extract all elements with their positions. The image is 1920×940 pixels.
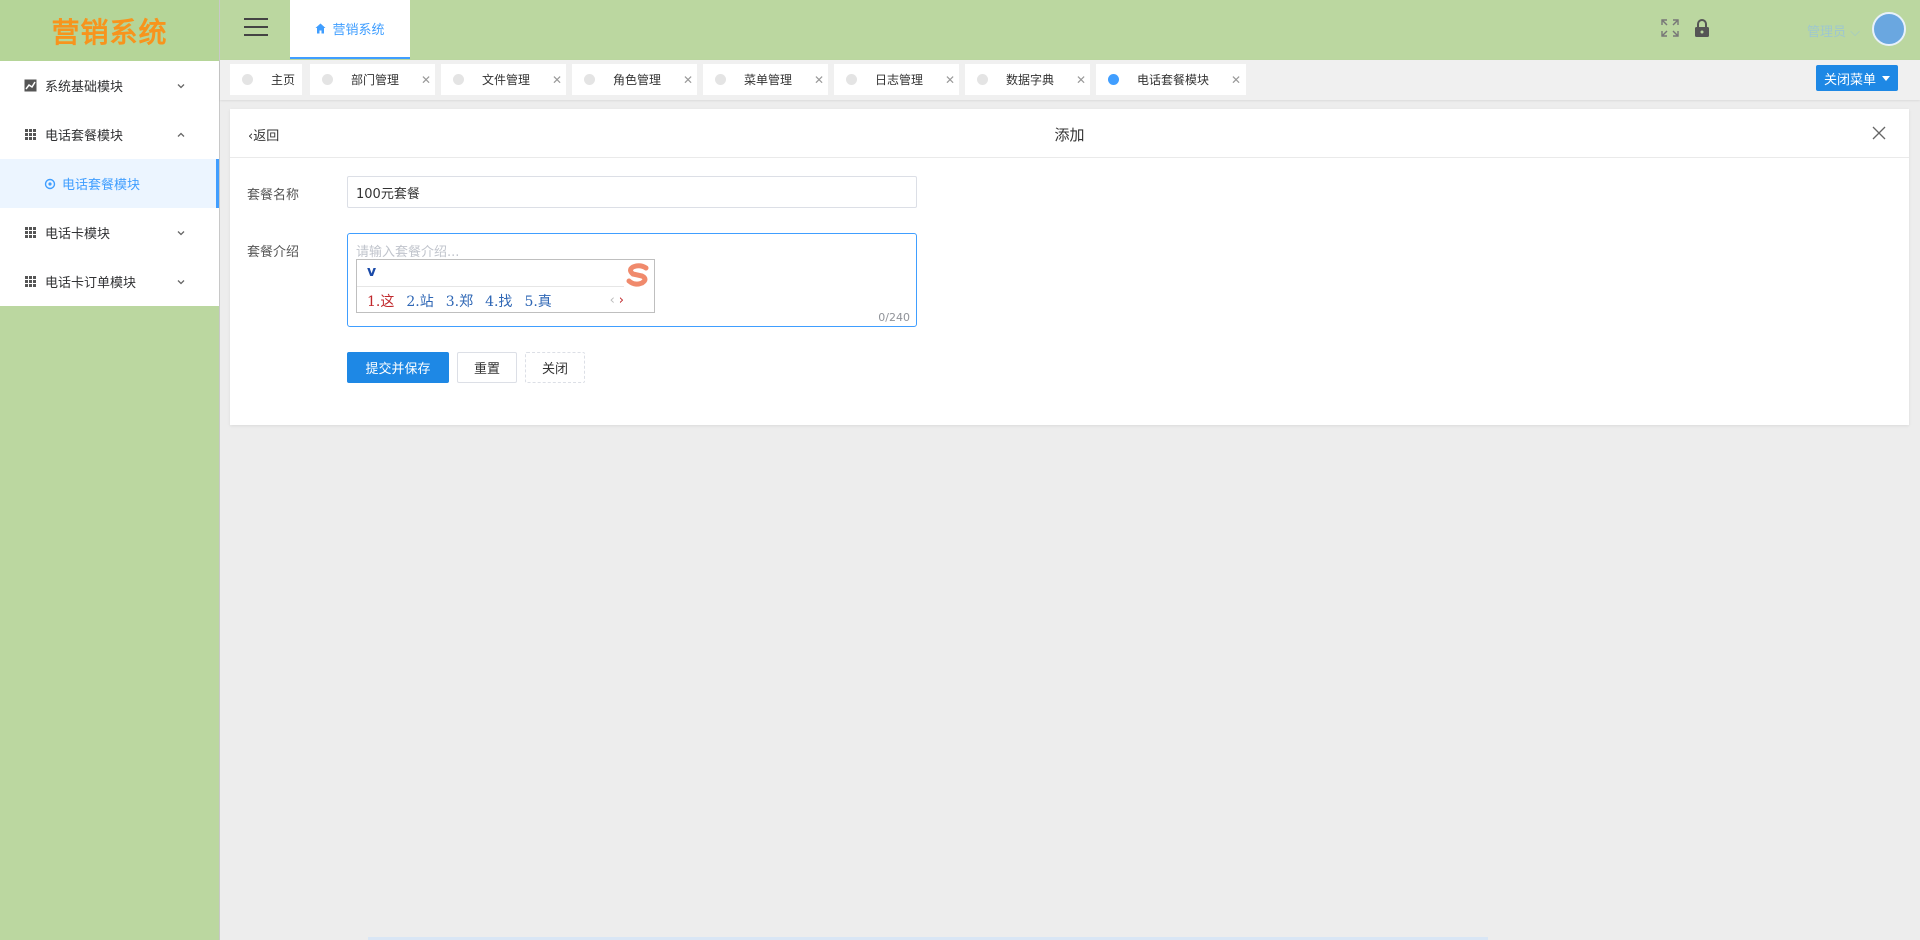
sidebar-item-label: 电话卡模块: [45, 227, 111, 242]
sidebar-menu: 系统基础模块 电话套餐模块 电话套餐模块 电话卡模块 电话卡订单模块: [0, 61, 219, 306]
package-intro-label: 套餐介绍: [247, 245, 300, 260]
sogou-logo-icon: [626, 263, 649, 287]
close-icon[interactable]: ✕: [421, 73, 431, 87]
tab-menus[interactable]: 菜单管理 ✕: [703, 64, 828, 95]
sidebar: 营销系统 系统基础模块 电话套餐模块 电话套餐模块 电话卡模块 电话卡订单模块: [0, 0, 220, 940]
tab-dot-icon: [977, 74, 988, 85]
tab-label: 数据字典: [1006, 73, 1055, 87]
chevron-up-icon: [177, 132, 185, 137]
lock-icon[interactable]: [1694, 18, 1710, 38]
card-header: ‹返回 添加: [230, 109, 1909, 158]
close-menu-label: 关闭菜单: [1823, 72, 1876, 88]
tab-dot-icon: [715, 74, 726, 85]
chevron-down-icon: [177, 230, 185, 235]
chart-icon: [24, 79, 37, 92]
caret-down-icon: ⌵: [1850, 25, 1860, 40]
ime-divider: [357, 286, 624, 287]
hamburger-icon[interactable]: [244, 18, 268, 38]
tab-dot-icon: [584, 74, 595, 85]
user-dropdown[interactable]: 管理员 ⌵: [1807, 21, 1860, 40]
tab-label: 主页: [271, 73, 296, 87]
close-icon[interactable]: ✕: [945, 73, 955, 87]
ime-candidate[interactable]: 2.站: [406, 291, 433, 311]
ime-composition: v: [367, 264, 377, 280]
tab-label: 部门管理: [351, 73, 400, 87]
tab-phone-package[interactable]: 电话套餐模块 ✕: [1096, 64, 1246, 95]
grid-icon: [24, 275, 37, 288]
top-header: 营销系统 管理员 ⌵: [220, 0, 1920, 60]
top-nav-tab-label: 营销系统: [332, 23, 385, 38]
tab-dot-icon: [453, 74, 464, 85]
ime-candidate[interactable]: 3.郑: [446, 291, 473, 311]
close-icon[interactable]: ✕: [814, 73, 824, 87]
tab-label: 菜单管理: [744, 73, 793, 87]
close-menu-button[interactable]: 关闭菜单: [1815, 65, 1898, 91]
avatar[interactable]: [1872, 12, 1906, 46]
close-button[interactable]: 关闭: [525, 352, 585, 383]
ime-candidate[interactable]: 4.找: [485, 291, 512, 311]
tab-label: 角色管理: [613, 73, 662, 87]
grid-icon: [24, 226, 37, 239]
textarea-placeholder: 请输入套餐介绍...: [356, 245, 460, 260]
sidebar-item-phone-card-order[interactable]: 电话卡订单模块: [0, 257, 219, 306]
tab-dictionary[interactable]: 数据字典 ✕: [965, 64, 1090, 95]
char-counter: 0/240: [878, 311, 910, 324]
sidebar-item-phone-card[interactable]: 电话卡模块: [0, 208, 219, 257]
package-intro-textarea[interactable]: 请输入套餐介绍... 0/240 v 1.这 2.站 3.郑 4.找 5.真 ‹…: [347, 233, 917, 327]
sidebar-item-phone-package[interactable]: 电话套餐模块: [0, 110, 219, 159]
close-icon[interactable]: ✕: [683, 73, 693, 87]
user-name: 管理员: [1806, 25, 1846, 40]
package-name-value: 100元套餐: [356, 186, 420, 202]
header-tools: [1660, 18, 1710, 38]
fullscreen-icon[interactable]: [1660, 18, 1680, 38]
caret-down-icon: [1882, 75, 1890, 81]
tabs-bar: 主页 部门管理 ✕ 文件管理 ✕ 角色管理 ✕ 菜单管理 ✕ 日志管理 ✕ 数据…: [220, 60, 1920, 100]
home-icon: [315, 23, 326, 34]
ime-page-arrows[interactable]: ‹ ›: [610, 293, 624, 308]
package-name-input[interactable]: 100元套餐: [347, 176, 917, 208]
close-icon[interactable]: ✕: [1076, 73, 1086, 87]
tab-files[interactable]: 文件管理 ✕: [441, 64, 566, 95]
tab-dot-icon: [322, 74, 333, 85]
tab-label: 电话套餐模块: [1137, 73, 1210, 87]
sidebar-item-label: 系统基础模块: [45, 80, 124, 95]
sidebar-item-system-basic[interactable]: 系统基础模块: [0, 61, 219, 110]
sidebar-subitem-phone-package[interactable]: 电话套餐模块: [0, 159, 219, 208]
chevron-left-icon[interactable]: ‹: [610, 293, 615, 308]
tab-label: 日志管理: [875, 73, 924, 87]
chevron-down-icon: [177, 83, 185, 88]
tab-dot-icon: [242, 74, 253, 85]
close-icon[interactable]: [1871, 125, 1887, 141]
submit-save-button[interactable]: 提交并保存: [347, 352, 449, 383]
sidebar-item-label: 电话卡订单模块: [45, 276, 137, 291]
grid-icon: [24, 128, 37, 141]
ime-candidate-window: v 1.这 2.站 3.郑 4.找 5.真 ‹ ›: [356, 259, 655, 313]
tab-label: 文件管理: [482, 73, 531, 87]
sidebar-item-label: 电话套餐模块: [45, 129, 124, 144]
tab-dot-icon: [846, 74, 857, 85]
app-logo: 营销系统: [0, 0, 219, 61]
top-nav-tab[interactable]: 营销系统: [290, 0, 410, 59]
card-title: 添加: [1054, 126, 1085, 144]
reset-button[interactable]: 重置: [457, 352, 517, 383]
sidebar-subitem-label: 电话套餐模块: [62, 178, 141, 193]
tab-dot-icon: [1108, 74, 1119, 85]
gear-icon: [44, 178, 56, 190]
ime-candidates: 1.这 2.站 3.郑 4.找 5.真: [367, 291, 552, 311]
add-form-card: ‹返回 添加 套餐名称 100元套餐 套餐介绍 请输入套餐介绍... 0/240…: [230, 109, 1909, 425]
close-icon[interactable]: ✕: [1231, 73, 1241, 87]
tab-department[interactable]: 部门管理 ✕: [310, 64, 435, 95]
chevron-down-icon: [177, 279, 185, 284]
chevron-right-icon[interactable]: ›: [619, 293, 624, 308]
package-name-label: 套餐名称: [247, 188, 300, 203]
ime-candidate[interactable]: 1.这: [367, 291, 394, 311]
tab-home[interactable]: 主页: [230, 64, 302, 95]
ime-candidate[interactable]: 5.真: [524, 291, 551, 311]
tab-logs[interactable]: 日志管理 ✕: [834, 64, 959, 95]
close-icon[interactable]: ✕: [552, 73, 562, 87]
tab-roles[interactable]: 角色管理 ✕: [572, 64, 697, 95]
